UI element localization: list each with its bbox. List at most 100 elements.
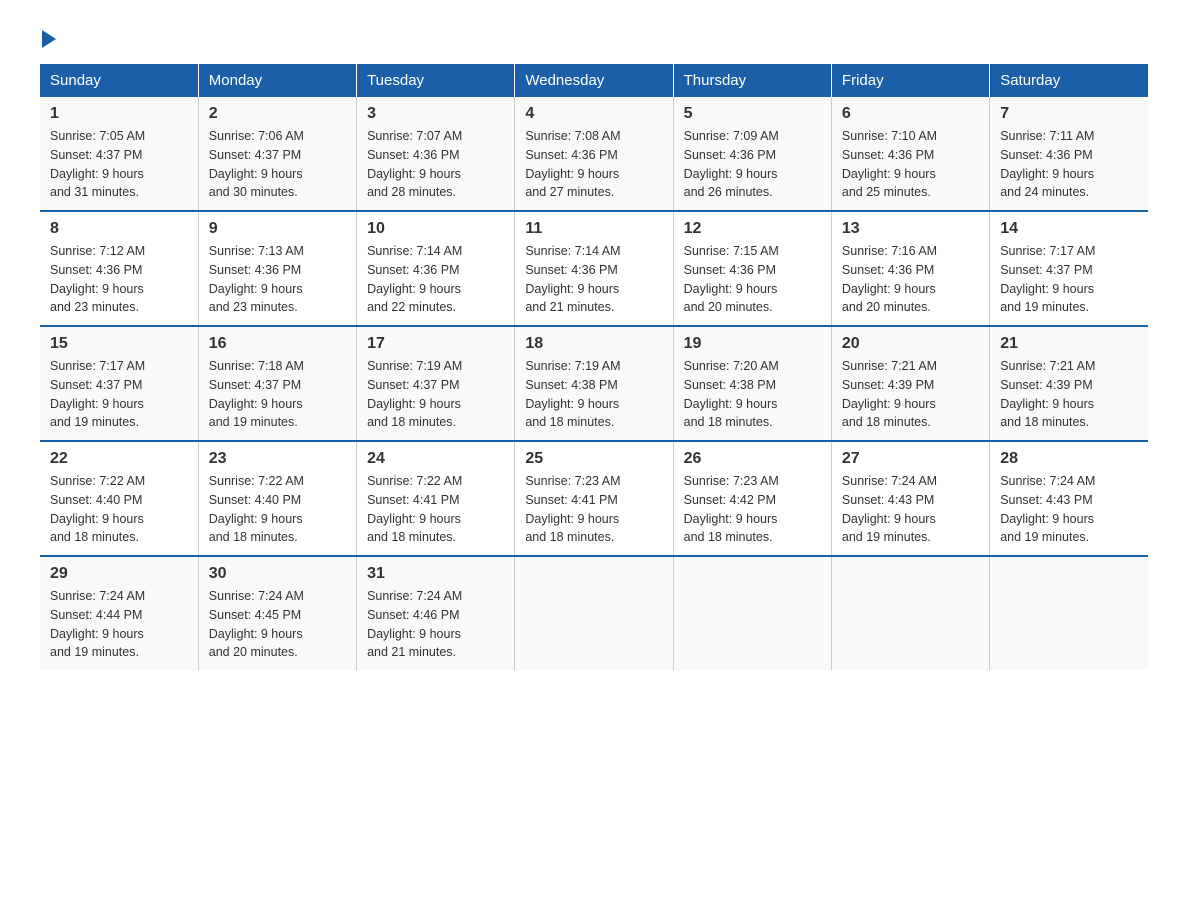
day-cell: 3 Sunrise: 7:07 AM Sunset: 4:36 PM Dayli… bbox=[357, 97, 515, 211]
day-cell: 19 Sunrise: 7:20 AM Sunset: 4:38 PM Dayl… bbox=[673, 326, 831, 441]
header-cell-saturday: Saturday bbox=[990, 64, 1148, 97]
day-number: 28 bbox=[1000, 450, 1138, 468]
day-cell: 25 Sunrise: 7:23 AM Sunset: 4:41 PM Dayl… bbox=[515, 441, 673, 556]
calendar-table: SundayMondayTuesdayWednesdayThursdayFrid… bbox=[40, 64, 1148, 670]
day-cell bbox=[515, 556, 673, 670]
day-cell bbox=[990, 556, 1148, 670]
day-cell: 10 Sunrise: 7:14 AM Sunset: 4:36 PM Dayl… bbox=[357, 211, 515, 326]
day-cell: 1 Sunrise: 7:05 AM Sunset: 4:37 PM Dayli… bbox=[40, 97, 198, 211]
day-number: 5 bbox=[684, 105, 821, 123]
header-row: SundayMondayTuesdayWednesdayThursdayFrid… bbox=[40, 64, 1148, 97]
day-info: Sunrise: 7:15 AM Sunset: 4:36 PM Dayligh… bbox=[684, 242, 821, 317]
logo bbox=[40, 30, 58, 44]
day-info: Sunrise: 7:23 AM Sunset: 4:41 PM Dayligh… bbox=[525, 472, 662, 547]
logo-arrow-icon bbox=[42, 30, 56, 48]
day-number: 2 bbox=[209, 105, 346, 123]
day-number: 19 bbox=[684, 335, 821, 353]
day-info: Sunrise: 7:23 AM Sunset: 4:42 PM Dayligh… bbox=[684, 472, 821, 547]
day-info: Sunrise: 7:08 AM Sunset: 4:36 PM Dayligh… bbox=[525, 127, 662, 202]
day-number: 21 bbox=[1000, 335, 1138, 353]
day-number: 12 bbox=[684, 220, 821, 238]
day-number: 3 bbox=[367, 105, 504, 123]
day-info: Sunrise: 7:24 AM Sunset: 4:43 PM Dayligh… bbox=[1000, 472, 1138, 547]
day-info: Sunrise: 7:14 AM Sunset: 4:36 PM Dayligh… bbox=[525, 242, 662, 317]
day-cell: 11 Sunrise: 7:14 AM Sunset: 4:36 PM Dayl… bbox=[515, 211, 673, 326]
week-row-2: 8 Sunrise: 7:12 AM Sunset: 4:36 PM Dayli… bbox=[40, 211, 1148, 326]
day-info: Sunrise: 7:19 AM Sunset: 4:38 PM Dayligh… bbox=[525, 357, 662, 432]
day-info: Sunrise: 7:16 AM Sunset: 4:36 PM Dayligh… bbox=[842, 242, 979, 317]
day-info: Sunrise: 7:22 AM Sunset: 4:41 PM Dayligh… bbox=[367, 472, 504, 547]
day-info: Sunrise: 7:05 AM Sunset: 4:37 PM Dayligh… bbox=[50, 127, 188, 202]
page-header bbox=[40, 30, 1148, 44]
day-number: 4 bbox=[525, 105, 662, 123]
day-cell: 22 Sunrise: 7:22 AM Sunset: 4:40 PM Dayl… bbox=[40, 441, 198, 556]
day-info: Sunrise: 7:24 AM Sunset: 4:44 PM Dayligh… bbox=[50, 587, 188, 662]
day-number: 8 bbox=[50, 220, 188, 238]
day-cell: 9 Sunrise: 7:13 AM Sunset: 4:36 PM Dayli… bbox=[198, 211, 356, 326]
header-cell-thursday: Thursday bbox=[673, 64, 831, 97]
day-cell: 18 Sunrise: 7:19 AM Sunset: 4:38 PM Dayl… bbox=[515, 326, 673, 441]
day-info: Sunrise: 7:06 AM Sunset: 4:37 PM Dayligh… bbox=[209, 127, 346, 202]
day-cell: 23 Sunrise: 7:22 AM Sunset: 4:40 PM Dayl… bbox=[198, 441, 356, 556]
day-number: 27 bbox=[842, 450, 979, 468]
day-cell bbox=[673, 556, 831, 670]
day-cell: 7 Sunrise: 7:11 AM Sunset: 4:36 PM Dayli… bbox=[990, 97, 1148, 211]
day-number: 6 bbox=[842, 105, 979, 123]
calendar-header: SundayMondayTuesdayWednesdayThursdayFrid… bbox=[40, 64, 1148, 97]
day-number: 29 bbox=[50, 565, 188, 583]
day-cell: 5 Sunrise: 7:09 AM Sunset: 4:36 PM Dayli… bbox=[673, 97, 831, 211]
day-cell: 8 Sunrise: 7:12 AM Sunset: 4:36 PM Dayli… bbox=[40, 211, 198, 326]
day-cell: 29 Sunrise: 7:24 AM Sunset: 4:44 PM Dayl… bbox=[40, 556, 198, 670]
day-number: 15 bbox=[50, 335, 188, 353]
day-info: Sunrise: 7:17 AM Sunset: 4:37 PM Dayligh… bbox=[1000, 242, 1138, 317]
day-cell: 13 Sunrise: 7:16 AM Sunset: 4:36 PM Dayl… bbox=[831, 211, 989, 326]
header-cell-friday: Friday bbox=[831, 64, 989, 97]
day-cell: 2 Sunrise: 7:06 AM Sunset: 4:37 PM Dayli… bbox=[198, 97, 356, 211]
week-row-5: 29 Sunrise: 7:24 AM Sunset: 4:44 PM Dayl… bbox=[40, 556, 1148, 670]
week-row-4: 22 Sunrise: 7:22 AM Sunset: 4:40 PM Dayl… bbox=[40, 441, 1148, 556]
day-info: Sunrise: 7:17 AM Sunset: 4:37 PM Dayligh… bbox=[50, 357, 188, 432]
day-info: Sunrise: 7:22 AM Sunset: 4:40 PM Dayligh… bbox=[209, 472, 346, 547]
day-number: 14 bbox=[1000, 220, 1138, 238]
day-info: Sunrise: 7:21 AM Sunset: 4:39 PM Dayligh… bbox=[842, 357, 979, 432]
day-number: 7 bbox=[1000, 105, 1138, 123]
header-cell-tuesday: Tuesday bbox=[357, 64, 515, 97]
day-info: Sunrise: 7:19 AM Sunset: 4:37 PM Dayligh… bbox=[367, 357, 504, 432]
day-cell: 4 Sunrise: 7:08 AM Sunset: 4:36 PM Dayli… bbox=[515, 97, 673, 211]
day-cell: 15 Sunrise: 7:17 AM Sunset: 4:37 PM Dayl… bbox=[40, 326, 198, 441]
day-info: Sunrise: 7:24 AM Sunset: 4:46 PM Dayligh… bbox=[367, 587, 504, 662]
day-cell bbox=[831, 556, 989, 670]
day-info: Sunrise: 7:14 AM Sunset: 4:36 PM Dayligh… bbox=[367, 242, 504, 317]
day-info: Sunrise: 7:21 AM Sunset: 4:39 PM Dayligh… bbox=[1000, 357, 1138, 432]
day-info: Sunrise: 7:11 AM Sunset: 4:36 PM Dayligh… bbox=[1000, 127, 1138, 202]
day-number: 18 bbox=[525, 335, 662, 353]
day-cell: 6 Sunrise: 7:10 AM Sunset: 4:36 PM Dayli… bbox=[831, 97, 989, 211]
day-cell: 21 Sunrise: 7:21 AM Sunset: 4:39 PM Dayl… bbox=[990, 326, 1148, 441]
day-cell: 17 Sunrise: 7:19 AM Sunset: 4:37 PM Dayl… bbox=[357, 326, 515, 441]
day-number: 17 bbox=[367, 335, 504, 353]
day-info: Sunrise: 7:12 AM Sunset: 4:36 PM Dayligh… bbox=[50, 242, 188, 317]
day-info: Sunrise: 7:07 AM Sunset: 4:36 PM Dayligh… bbox=[367, 127, 504, 202]
day-number: 30 bbox=[209, 565, 346, 583]
day-number: 31 bbox=[367, 565, 504, 583]
day-cell: 20 Sunrise: 7:21 AM Sunset: 4:39 PM Dayl… bbox=[831, 326, 989, 441]
header-cell-wednesday: Wednesday bbox=[515, 64, 673, 97]
day-number: 23 bbox=[209, 450, 346, 468]
day-info: Sunrise: 7:13 AM Sunset: 4:36 PM Dayligh… bbox=[209, 242, 346, 317]
day-info: Sunrise: 7:10 AM Sunset: 4:36 PM Dayligh… bbox=[842, 127, 979, 202]
day-number: 1 bbox=[50, 105, 188, 123]
logo-text bbox=[40, 30, 58, 48]
day-number: 26 bbox=[684, 450, 821, 468]
day-cell: 16 Sunrise: 7:18 AM Sunset: 4:37 PM Dayl… bbox=[198, 326, 356, 441]
day-cell: 12 Sunrise: 7:15 AM Sunset: 4:36 PM Dayl… bbox=[673, 211, 831, 326]
day-cell: 27 Sunrise: 7:24 AM Sunset: 4:43 PM Dayl… bbox=[831, 441, 989, 556]
day-info: Sunrise: 7:20 AM Sunset: 4:38 PM Dayligh… bbox=[684, 357, 821, 432]
day-cell: 24 Sunrise: 7:22 AM Sunset: 4:41 PM Dayl… bbox=[357, 441, 515, 556]
day-number: 9 bbox=[209, 220, 346, 238]
day-cell: 31 Sunrise: 7:24 AM Sunset: 4:46 PM Dayl… bbox=[357, 556, 515, 670]
day-number: 20 bbox=[842, 335, 979, 353]
calendar-body: 1 Sunrise: 7:05 AM Sunset: 4:37 PM Dayli… bbox=[40, 97, 1148, 670]
day-info: Sunrise: 7:22 AM Sunset: 4:40 PM Dayligh… bbox=[50, 472, 188, 547]
week-row-3: 15 Sunrise: 7:17 AM Sunset: 4:37 PM Dayl… bbox=[40, 326, 1148, 441]
day-number: 13 bbox=[842, 220, 979, 238]
